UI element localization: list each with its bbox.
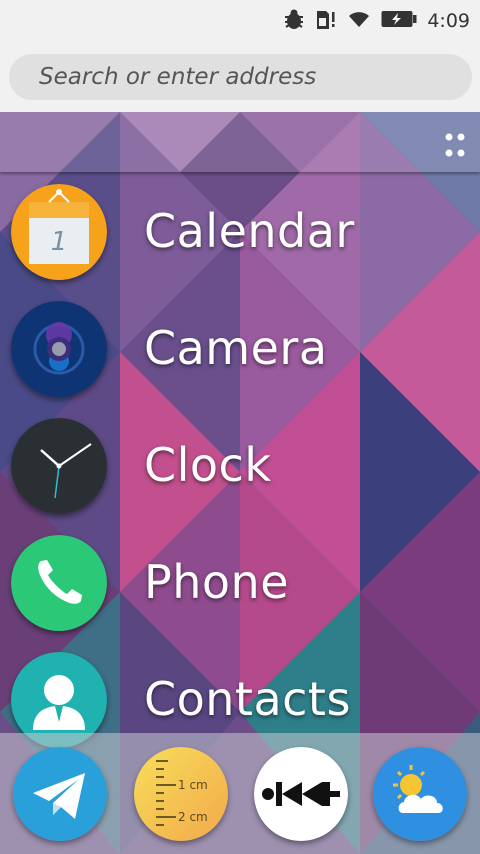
app-label-calendar: Calendar — [144, 204, 355, 258]
telegram-icon[interactable] — [13, 747, 107, 841]
app-calendar[interactable]: 1 Calendar — [0, 182, 480, 299]
app-label-clock: Clock — [144, 438, 272, 492]
rewind-track-icon[interactable] — [254, 747, 348, 841]
ruler-mark-2: 2 cm — [178, 810, 208, 824]
battery-charging-icon — [381, 10, 417, 32]
wifi-icon — [347, 9, 371, 33]
dock: 1 cm 2 cm — [0, 733, 480, 854]
app-label-contacts: Contacts — [144, 672, 351, 726]
app-phone[interactable]: Phone — [0, 533, 480, 650]
camera-icon — [11, 301, 107, 397]
status-icons: 4:09 — [283, 9, 470, 33]
status-time: 4:09 — [427, 10, 470, 32]
clock-icon — [11, 418, 107, 514]
grid-toggle-icon[interactable] — [444, 132, 466, 158]
status-bar: 4:09 — [0, 0, 480, 42]
app-camera[interactable]: Camera — [0, 299, 480, 416]
weather-icon[interactable] — [373, 747, 467, 841]
search-area: Search or enter address — [0, 42, 480, 112]
sim-alert-icon — [315, 8, 337, 34]
ruler-mark-1: 1 cm — [178, 778, 208, 792]
search-input[interactable]: Search or enter address — [9, 54, 472, 100]
homescreen-header — [0, 112, 480, 172]
calendar-icon: 1 — [11, 184, 107, 280]
app-clock[interactable]: Clock — [0, 416, 480, 533]
debug-bug-icon — [283, 8, 305, 34]
app-list: 1 Calendar Camera Clock Phone Contacts — [0, 182, 480, 767]
app-label-camera: Camera — [144, 321, 328, 375]
phone-icon — [11, 535, 107, 631]
ruler-icon[interactable]: 1 cm 2 cm — [134, 747, 228, 841]
app-label-phone: Phone — [144, 555, 289, 609]
calendar-day: 1 — [51, 227, 68, 257]
